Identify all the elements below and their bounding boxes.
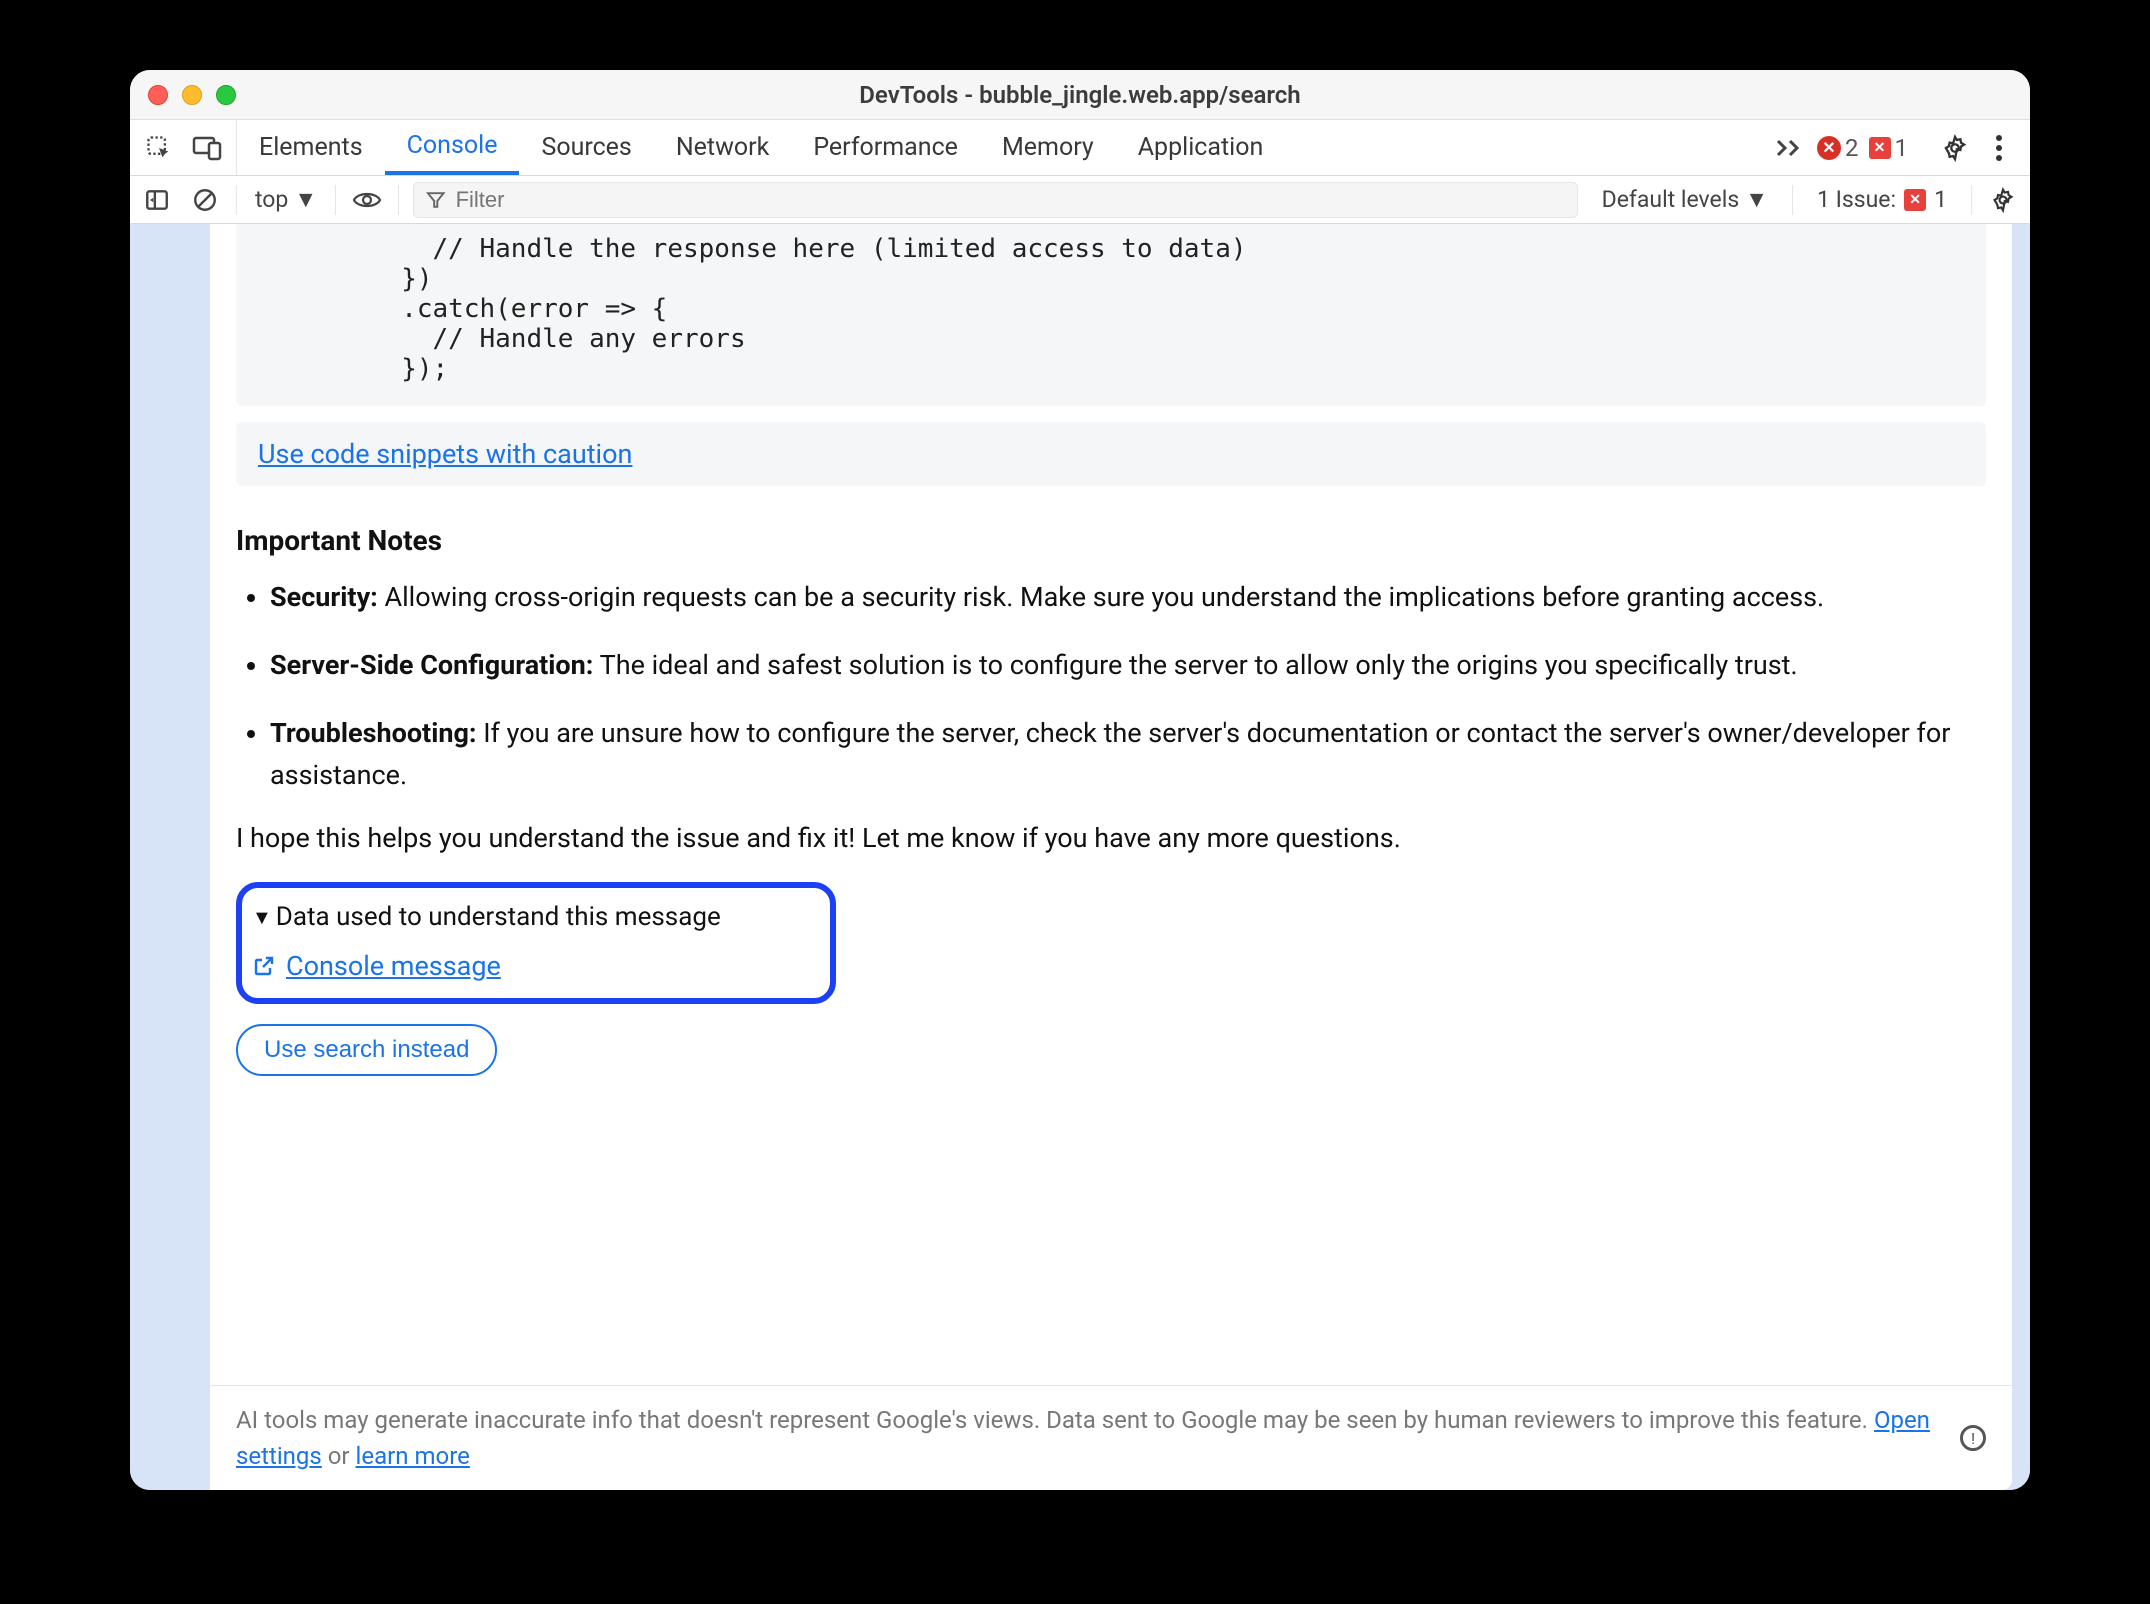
open-external-icon (252, 954, 276, 978)
devtools-window: DevTools - bubble_jingle.web.app/search … (130, 70, 2030, 1490)
issues-count: 1 (1934, 186, 1947, 213)
note-text: The ideal and safest solution is to conf… (593, 649, 1797, 681)
notes-list: Security: Allowing cross-origin requests… (236, 577, 1986, 796)
chevron-down-icon: ▼ (294, 186, 317, 213)
tab-sources[interactable]: Sources (519, 120, 653, 175)
learn-more-link[interactable]: learn more (356, 1442, 470, 1470)
kebab-menu-icon[interactable] (1982, 131, 2016, 165)
inspect-element-icon[interactable] (142, 131, 176, 165)
caution-box: Use code snippets with caution (236, 422, 1986, 486)
more-tabs-icon[interactable] (1773, 131, 1807, 165)
chevron-down-icon: ▼ (1745, 186, 1768, 213)
tab-elements[interactable]: Elements (237, 120, 385, 175)
toolbar-left-icons (130, 120, 237, 175)
window-title: DevTools - bubble_jingle.web.app/search (130, 81, 2030, 109)
error-icon: ✕ (1817, 136, 1841, 160)
settings-gear-icon[interactable] (1938, 131, 1972, 165)
traffic-lights (148, 85, 236, 105)
console-settings-gear-icon[interactable] (1986, 183, 2020, 217)
note-label: Server-Side Configuration: (270, 649, 593, 681)
disclaimer-text: AI tools may generate inaccurate info th… (236, 1402, 1944, 1474)
context-label: top (255, 186, 288, 213)
closing-text: I hope this helps you understand the iss… (236, 822, 1986, 854)
context-picker[interactable]: top ▼ (251, 186, 321, 213)
main-tabs-bar: Elements Console Sources Network Perform… (130, 120, 2030, 176)
tab-list: Elements Console Sources Network Perform… (237, 120, 1285, 175)
console-output-area: // Handle the response here (limited acc… (130, 224, 2030, 1490)
log-levels-label: Default levels (1602, 186, 1740, 213)
data-used-highlight: ▼ Data used to understand this message C… (236, 882, 836, 1004)
issues-indicator[interactable]: 1 Issue: ✕ 1 (1807, 186, 1957, 213)
filter-icon (426, 190, 445, 210)
issues-label: 1 Issue: (1817, 186, 1896, 213)
console-message-row: Console message (252, 950, 812, 982)
disclaimer-body: AI tools may generate inaccurate info th… (236, 1406, 1874, 1434)
error-badge[interactable]: ✕ 2 (1817, 134, 1859, 162)
list-item: Security: Allowing cross-origin requests… (270, 577, 1986, 619)
note-text: Allowing cross-origin requests can be a … (378, 581, 1824, 613)
list-item: Troubleshooting: If you are unsure how t… (270, 713, 1986, 797)
data-used-disclosure[interactable]: ▼ Data used to understand this message (252, 902, 812, 932)
tab-network[interactable]: Network (654, 120, 791, 175)
log-levels-picker[interactable]: Default levels ▼ (1592, 186, 1778, 213)
live-expression-eye-icon[interactable] (350, 183, 384, 217)
tab-application[interactable]: Application (1116, 120, 1286, 175)
caution-link[interactable]: Use code snippets with caution (258, 438, 632, 470)
info-icon[interactable]: ! (1960, 1425, 1986, 1451)
close-window-button[interactable] (148, 85, 168, 105)
disclaimer-or: or (322, 1442, 356, 1470)
filter-box[interactable] (413, 182, 1578, 218)
use-search-instead-button[interactable]: Use search instead (236, 1024, 497, 1076)
tab-memory[interactable]: Memory (980, 120, 1116, 175)
warning-badge[interactable]: ✕ 1 (1869, 134, 1909, 162)
disclosure-label: Data used to understand this message (276, 902, 721, 932)
note-label: Security: (270, 581, 378, 613)
tabs-right-controls: ✕ 2 ✕ 1 (1759, 120, 2030, 175)
minimize-window-button[interactable] (182, 85, 202, 105)
maximize-window-button[interactable] (216, 85, 236, 105)
device-toolbar-icon[interactable] (190, 131, 224, 165)
filter-input[interactable] (456, 187, 1565, 213)
error-count: 2 (1845, 134, 1859, 162)
warning-count: 1 (1895, 134, 1909, 162)
code-snippet: // Handle the response here (limited acc… (236, 224, 1986, 406)
console-message-link[interactable]: Console message (286, 950, 501, 982)
note-text: If you are unsure how to configure the s… (270, 717, 1950, 791)
tab-console[interactable]: Console (385, 120, 520, 175)
console-toolbar: top ▼ Default levels ▼ 1 Issue: ✕ 1 (130, 176, 2030, 224)
ai-disclaimer-footer: AI tools may generate inaccurate info th… (210, 1385, 2012, 1490)
list-item: Server-Side Configuration: The ideal and… (270, 645, 1986, 687)
issue-flag-icon: ✕ (1904, 189, 1926, 211)
ai-insight-card: // Handle the response here (limited acc… (210, 224, 2012, 1490)
titlebar: DevTools - bubble_jingle.web.app/search (130, 70, 2030, 120)
clear-console-icon[interactable] (188, 183, 222, 217)
warning-icon: ✕ (1869, 137, 1891, 159)
toggle-sidebar-icon[interactable] (140, 183, 174, 217)
note-label: Troubleshooting: (270, 717, 477, 749)
tab-performance[interactable]: Performance (791, 120, 980, 175)
notes-heading: Important Notes (236, 524, 1986, 557)
triangle-down-icon: ▼ (252, 905, 272, 930)
